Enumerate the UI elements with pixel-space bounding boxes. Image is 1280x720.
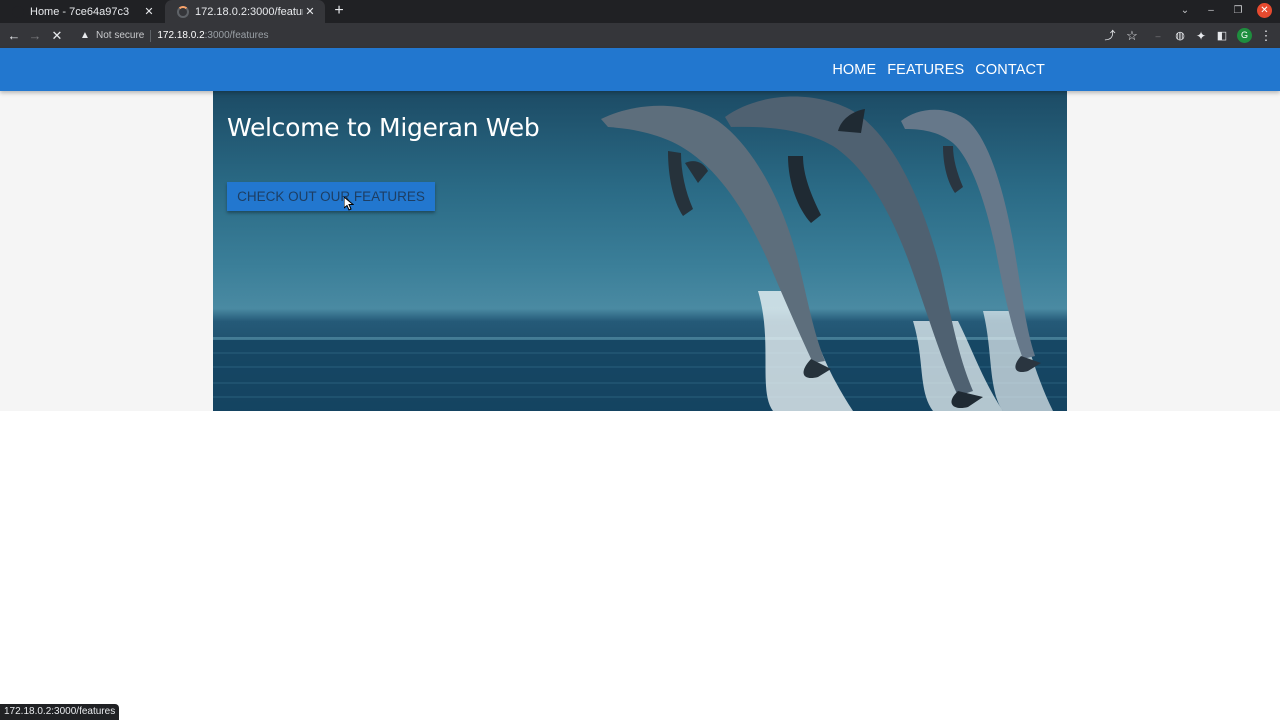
nav-link-home[interactable]: HOME [832, 62, 876, 78]
address-bar[interactable]: ▲ Not secure 172.18.0.2 :3000/features [72, 25, 1152, 46]
security-label: Not secure [96, 30, 145, 41]
tab-title: 172.18.0.2:3000/features [195, 5, 303, 18]
profile-avatar[interactable]: G [1237, 28, 1252, 43]
browser-toolbar: ← → ✕ ▲ Not secure 172.18.0.2 :3000/feat… [0, 23, 1280, 48]
kebab-menu-icon[interactable]: ⋮ [1257, 27, 1275, 45]
hero-band: Welcome to Migeran Web CHECK OUT OUR FEA… [0, 91, 1280, 411]
warning-triangle-icon: ▲ [80, 30, 90, 41]
url-host: 172.18.0.2 [157, 30, 205, 41]
site-navbar: HOME FEATURES CONTACT [0, 48, 1280, 91]
tab-search-icon[interactable]: ⌄ [1176, 3, 1194, 19]
url-path: :3000/features [204, 30, 269, 41]
tab-title: Home - 7ce64a97c3 [30, 5, 130, 18]
side-panel-icon[interactable]: ◧ [1213, 27, 1231, 45]
extension-globe-icon[interactable]: ◍ [1171, 27, 1189, 45]
nav-links: HOME FEATURES CONTACT [832, 48, 1045, 91]
check-out-features-button[interactable]: CHECK OUT OUR FEATURES [227, 182, 435, 211]
back-arrow-icon[interactable]: ← [5, 27, 23, 45]
tab-strip: Home - 7ce64a97c3 ✕ 172.18.0.2:3000/feat… [0, 0, 1280, 23]
overflow-dash-icon: – [1155, 31, 1161, 41]
forward-arrow-icon[interactable]: → [26, 27, 44, 45]
minimize-window-icon[interactable]: – [1202, 3, 1220, 19]
hero-banner: Welcome to Migeran Web CHECK OUT OUR FEA… [213, 91, 1067, 411]
close-window-icon[interactable]: ✕ [1257, 3, 1272, 18]
tab-home[interactable]: Home - 7ce64a97c3 ✕ [0, 0, 164, 23]
close-tab-icon[interactable]: ✕ [303, 5, 317, 19]
new-tab-button[interactable]: + [331, 3, 347, 19]
page-favicon-icon [12, 5, 24, 18]
status-url-bubble: 172.18.0.2:3000/features [0, 704, 120, 720]
share-icon[interactable]: ⤴ [1101, 27, 1119, 45]
tab-features[interactable]: 172.18.0.2:3000/features ✕ [165, 0, 325, 23]
close-tab-icon[interactable]: ✕ [142, 5, 156, 19]
address-divider [150, 29, 152, 42]
bookmark-star-icon[interactable]: ☆ [1123, 27, 1141, 45]
stop-loading-icon[interactable]: ✕ [48, 27, 66, 45]
nav-link-features[interactable]: FEATURES [887, 62, 964, 78]
hero-title: Welcome to Migeran Web [227, 113, 540, 142]
mouse-pointer-icon [344, 197, 354, 211]
nav-link-contact[interactable]: CONTACT [975, 62, 1045, 78]
extensions-puzzle-icon[interactable]: ✦ [1192, 27, 1210, 45]
restore-window-icon[interactable]: ❐ [1229, 3, 1247, 19]
loading-spinner-icon [177, 5, 189, 18]
page-viewport: HOME FEATURES CONTACT Welcome to Migeran… [0, 48, 1280, 720]
